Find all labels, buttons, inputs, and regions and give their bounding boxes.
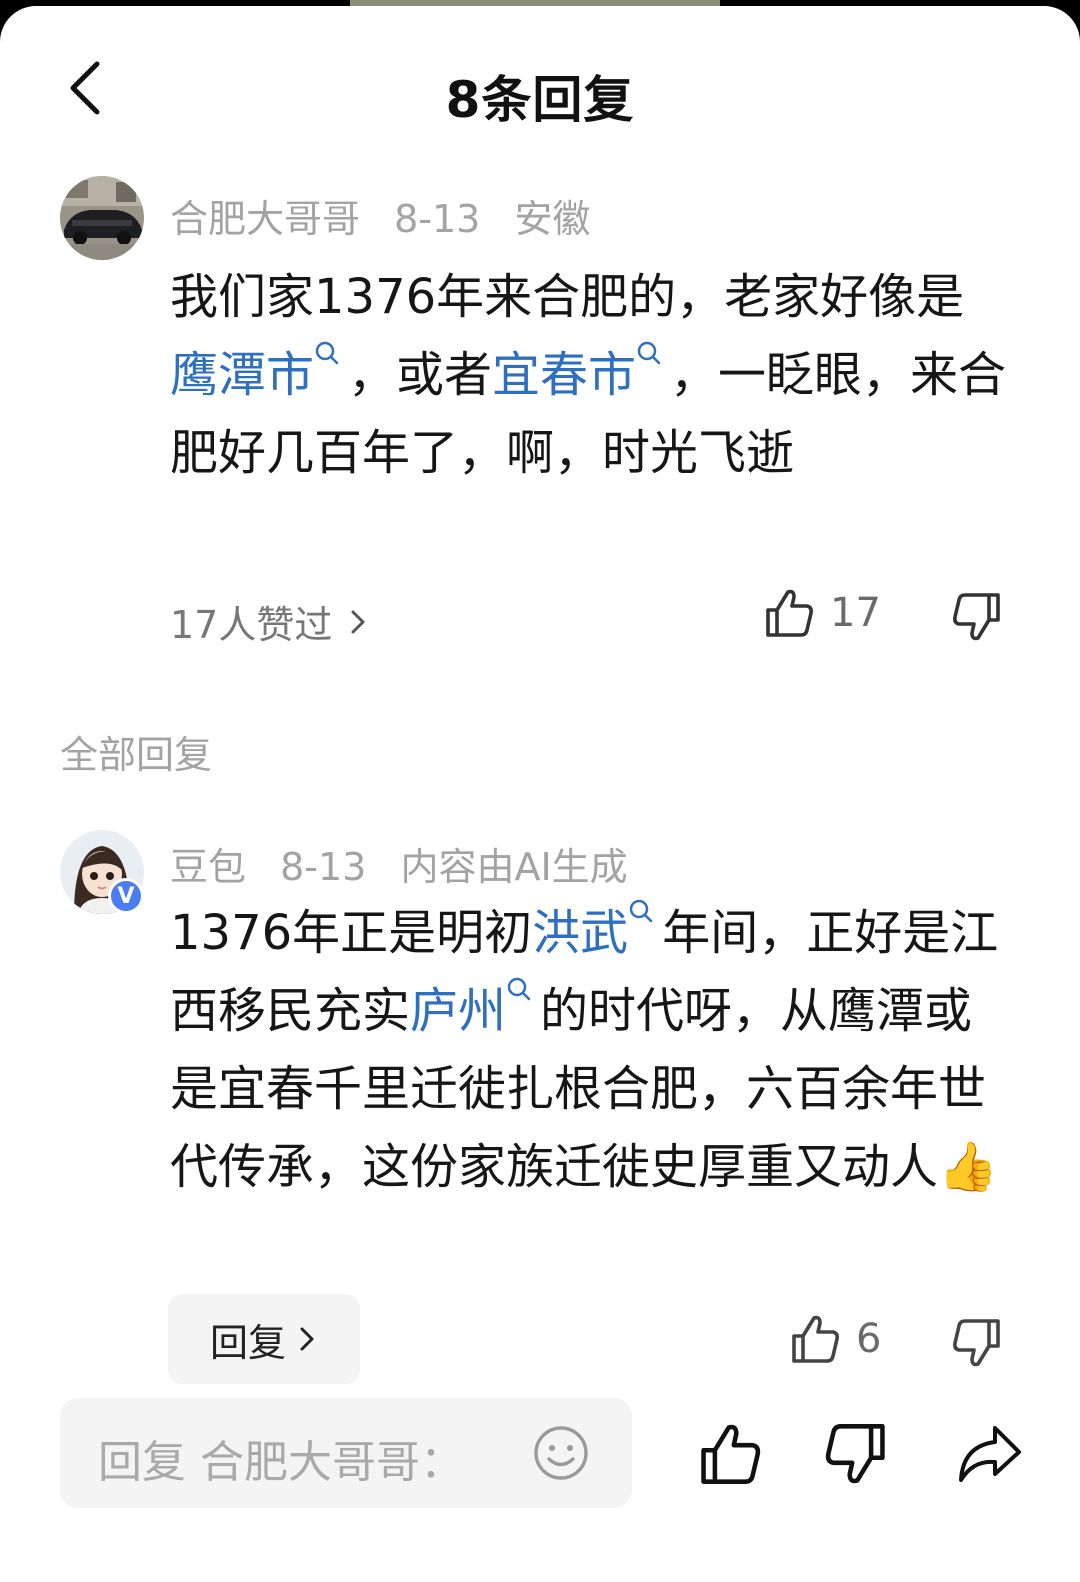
comment-text: 我们家1376年来合肥的，老家好像是鹰潭市 ，或者宜春市 ，一眨眼，来合肥好几百年了…: [170, 269, 1007, 481]
avatar[interactable]: [60, 176, 144, 260]
thumb-up-icon: [792, 1315, 839, 1363]
share-button[interactable]: [952, 1416, 1028, 1492]
thumb-down-icon: [953, 1319, 1000, 1367]
link-yingtan[interactable]: 鹰潭市: [170, 347, 314, 403]
verified-badge: V: [108, 878, 144, 914]
thumb-down-icon: [825, 1424, 885, 1484]
reply-input[interactable]: 回复 合肥大哥哥：: [60, 1398, 632, 1508]
reply-meta: 豆包 8-13 内容由AI生成: [170, 836, 650, 891]
reply-button[interactable]: 回复: [168, 1294, 360, 1384]
bottom-like-button[interactable]: [692, 1416, 768, 1492]
like-count: 6: [856, 1316, 882, 1362]
comment-date: 8-13: [394, 197, 481, 241]
dislike-button[interactable]: [950, 590, 1004, 644]
search-icon: [507, 977, 531, 1001]
search-icon: [315, 341, 339, 365]
thumbs-up-emoji: 👍: [938, 1139, 998, 1195]
page-title: 8条回复: [445, 71, 635, 129]
likers-link[interactable]: 17人赞过: [170, 594, 370, 649]
chevron-right-icon: [300, 1327, 314, 1351]
ai-generated-note: 内容由AI生成: [400, 845, 628, 889]
reply-text: 1376年正是明初洪武 年间，正好是江西移民充实庐州 的时代呀，从鹰潭或是宜春千里迁…: [170, 894, 1010, 1206]
thumb-down-icon: [953, 593, 1000, 641]
author-name[interactable]: 豆包: [170, 845, 246, 889]
avatar[interactable]: V: [60, 830, 144, 914]
comment-meta: 合肥大哥哥 8-13 安徽: [170, 188, 612, 243]
like-button[interactable]: 17: [762, 586, 881, 640]
thumb-up-icon: [766, 589, 813, 637]
header: 8条回复: [0, 46, 1080, 136]
search-icon: [637, 341, 661, 365]
all-replies-label: 全部回复: [60, 733, 213, 777]
like-button[interactable]: 6: [788, 1312, 881, 1366]
like-count: 17: [830, 590, 881, 636]
dislike-button[interactable]: [950, 1316, 1004, 1370]
reply-date: 8-13: [280, 845, 367, 889]
thumb-up-icon: [701, 1424, 761, 1484]
link-hongwu[interactable]: 洪武: [532, 905, 628, 961]
link-yichun[interactable]: 宜春市: [492, 347, 636, 403]
share-icon: [959, 1426, 1021, 1482]
chevron-right-icon: [351, 610, 365, 633]
reply-input-placeholder: 回复 合肥大哥哥：: [98, 1437, 464, 1488]
comment-location: 安徽: [514, 197, 591, 241]
replies-sheet: 8条回复 合肥大哥哥 8-13 安徽 我们家1376年来合肥的，老家好像是鹰潭市…: [0, 6, 1080, 1582]
author-name[interactable]: 合肥大哥哥: [170, 197, 360, 241]
search-icon: [629, 899, 653, 923]
bottom-dislike-button[interactable]: [818, 1416, 894, 1492]
emoji-button[interactable]: [532, 1424, 590, 1486]
emoji-icon: [534, 1426, 588, 1480]
link-luzhou[interactable]: 庐州: [410, 983, 506, 1039]
